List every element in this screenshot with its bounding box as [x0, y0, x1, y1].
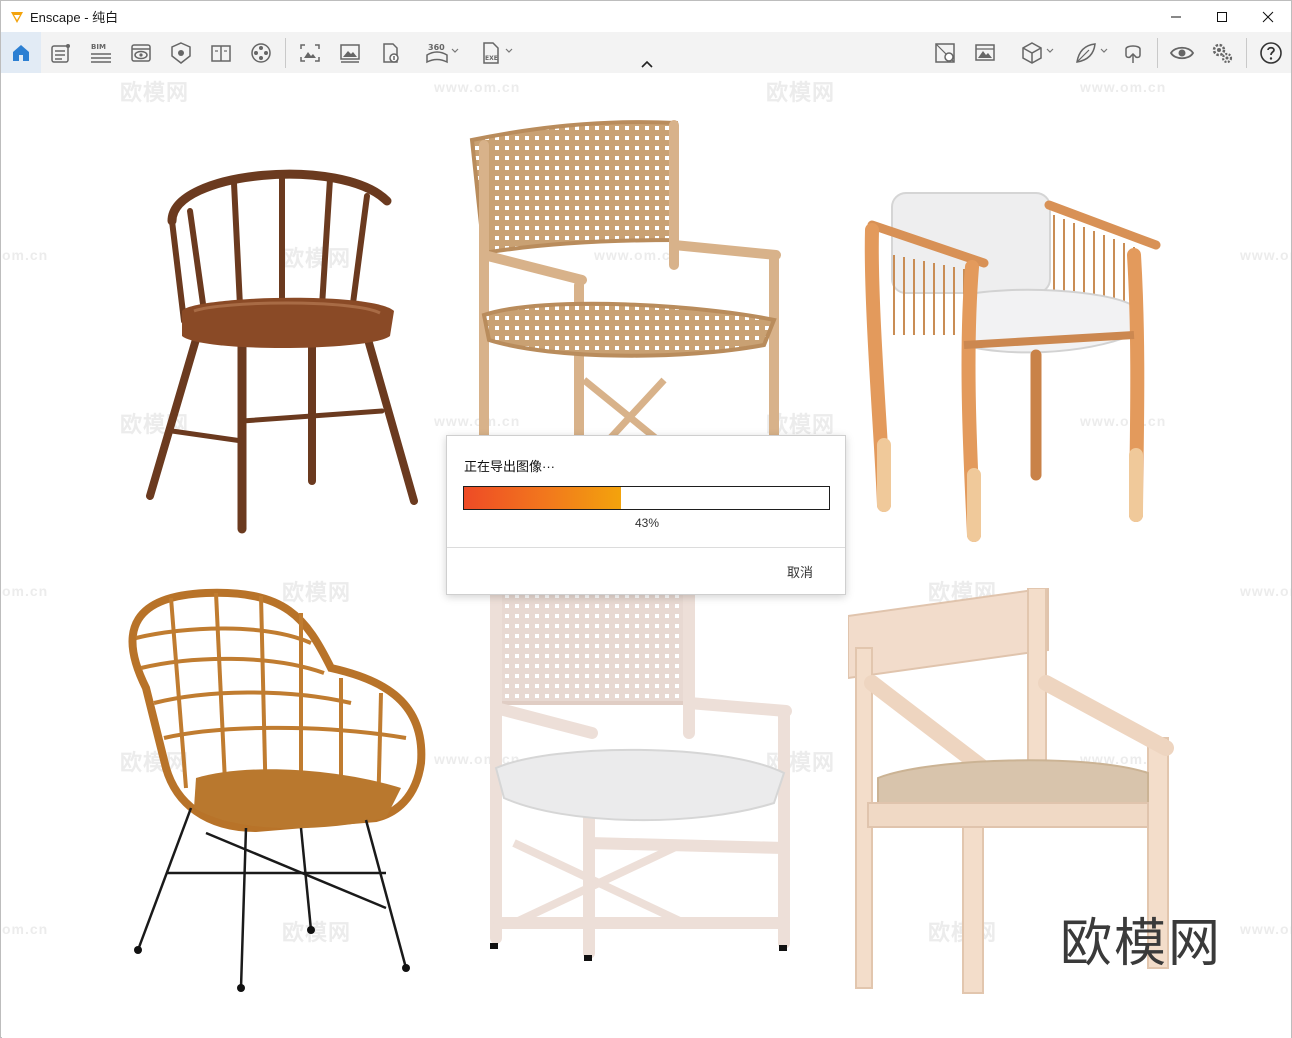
woven-folding-chair [469, 120, 781, 445]
svg-text:BIM: BIM [91, 43, 106, 51]
progress-bar-fill [464, 487, 621, 509]
export-progress-dialog: 正在导出图像··· 43% 取消 [446, 435, 846, 595]
settings-icon [1212, 43, 1233, 63]
toolbar-separator [285, 37, 286, 68]
toolbar-cube-map-button[interactable] [925, 32, 965, 73]
watermark-url: www.om.cn [1080, 79, 1167, 95]
progress-bar [463, 486, 830, 510]
batch-render-icon [340, 43, 360, 63]
image-gallery-icon [975, 43, 995, 61]
toolbar-bim-button[interactable]: BIM [81, 32, 121, 73]
maximize-button[interactable] [1199, 1, 1245, 32]
watermark-url: www.om.cn [434, 79, 521, 95]
help-icon [1260, 41, 1282, 64]
toolbar-home-button[interactable] [1, 32, 41, 73]
cube-map-icon [935, 42, 955, 63]
toolbar-separator [1157, 37, 1158, 68]
panorama-360-icon: 360 [426, 43, 448, 63]
close-icon [1262, 11, 1274, 22]
toolbar-eye-button[interactable] [1162, 32, 1202, 73]
cushioned-wood-armchair [864, 192, 1161, 542]
title-bar: Enscape - 纯白 [1, 1, 1291, 32]
enscape-window: Enscape - 纯白 BIM 360 EXE 欧模网 www.om.cn 欧… [0, 0, 1292, 1038]
progress-percent-label: 43% [634, 516, 660, 530]
material-icon [171, 41, 191, 64]
brand-watermark: 欧模网 [1060, 914, 1223, 974]
dialog-title: 正在导出图像··· [464, 459, 555, 474]
chevron-down-icon [1100, 48, 1108, 53]
view-icon [131, 43, 151, 62]
toolbar-screenshot-button[interactable] [290, 32, 330, 73]
enscape-logo-icon [11, 11, 23, 23]
maximize-icon [1217, 11, 1227, 22]
toolbar-separator [1246, 37, 1247, 68]
walnut-windsor-chair [146, 169, 418, 534]
screenshot-icon [300, 43, 320, 62]
window-title: Enscape - 纯白 [30, 10, 119, 25]
book-icon [211, 44, 231, 62]
bim-icon: BIM [91, 43, 111, 63]
toolbar-material-button[interactable] [161, 32, 201, 73]
svg-text:360: 360 [428, 43, 445, 52]
upload-icon [383, 42, 399, 63]
toolbar-batch-render-button[interactable] [330, 32, 370, 73]
watermark-url: om.cn [2, 583, 49, 599]
export-exe-icon: EXE [483, 41, 499, 64]
toolbar-cube-button[interactable] [1005, 32, 1059, 73]
chevron-down-icon [1046, 48, 1054, 53]
toolbar-asset-library-button[interactable] [41, 32, 81, 73]
toolbar-image-gallery-button[interactable] [965, 32, 1005, 73]
home-icon [13, 44, 29, 61]
toolbar-export-exe-button[interactable]: EXE [464, 32, 518, 73]
dialog-divider [447, 547, 845, 548]
white-woven-chair [490, 593, 792, 961]
toolbar-vr-button[interactable] [1113, 32, 1153, 73]
svg-text:EXE: EXE [485, 55, 498, 62]
toolbar-leaf-button[interactable] [1059, 32, 1113, 73]
watermark-url: www.om.cn [1240, 583, 1291, 599]
toolbar-video-button[interactable] [241, 32, 281, 73]
toolbar-view-button[interactable] [121, 32, 161, 73]
chevron-down-icon [505, 48, 513, 53]
rattan-metal-leg-chair [128, 588, 426, 992]
watermark-url: www.om.cn [1240, 247, 1291, 263]
vr-headset-icon [1125, 44, 1141, 63]
cube-icon [1022, 41, 1042, 64]
toolbar-upload-button[interactable] [370, 32, 410, 73]
leaf-icon [1076, 42, 1096, 63]
film-reel-icon [251, 42, 271, 63]
cancel-button[interactable]: 取消 [787, 562, 813, 581]
toolbar-help-button[interactable] [1251, 32, 1291, 73]
toolbar-book-button[interactable] [201, 32, 241, 73]
toolbar-settings-button[interactable] [1202, 32, 1242, 73]
toolbar-panorama-button[interactable]: 360 [410, 32, 464, 73]
minimize-button[interactable] [1153, 1, 1199, 32]
close-button[interactable] [1245, 1, 1291, 32]
asset-library-icon [51, 43, 70, 63]
window-controls [1153, 1, 1291, 32]
watermark-text: 欧模网 [766, 80, 836, 105]
chevron-down-icon [451, 48, 459, 53]
watermark-url: www.om.cn [1240, 921, 1291, 937]
watermark-text: 欧模网 [120, 80, 190, 105]
collapse-toolbar-chevron-icon[interactable] [639, 58, 655, 70]
watermark-url: om.cn [2, 921, 49, 937]
minimize-icon [1171, 16, 1181, 17]
watermark-url: om.cn [2, 247, 49, 263]
eye-icon [1170, 46, 1194, 59]
